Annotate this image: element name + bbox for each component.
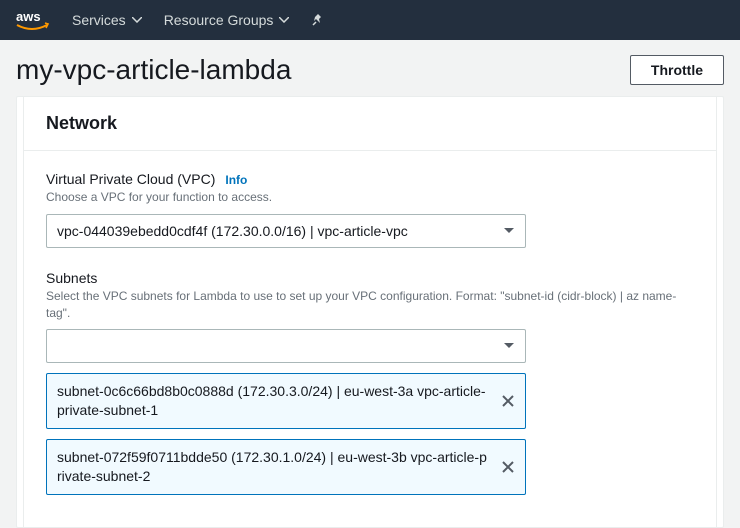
panel-header: Network <box>24 97 716 151</box>
page: my-vpc-article-lambda Throttle Network V… <box>0 40 740 528</box>
nav-services[interactable]: Services <box>72 12 142 28</box>
vpc-desc: Choose a VPC for your function to access… <box>46 189 694 206</box>
subnets-desc: Select the VPC subnets for Lambda to use… <box>46 288 694 322</box>
caret-down-icon <box>503 227 515 235</box>
subnet-token: subnet-072f59f0711bdde50 (172.30.1.0/24)… <box>46 439 526 495</box>
caret-down-icon <box>132 17 142 23</box>
top-nav: aws Services Resource Groups <box>0 0 740 40</box>
nav-services-label: Services <box>72 12 126 28</box>
subnet-token-text: subnet-072f59f0711bdde50 (172.30.1.0/24)… <box>57 448 501 486</box>
throttle-button[interactable]: Throttle <box>630 55 724 85</box>
network-panel: Network Virtual Private Cloud (VPC) Info… <box>16 96 724 528</box>
subnets-label: Subnets <box>46 270 97 286</box>
vpc-select[interactable]: vpc-044039ebedd0cdf4f (172.30.0.0/16) | … <box>46 214 526 248</box>
caret-down-icon <box>279 17 289 23</box>
svg-text:aws: aws <box>16 9 41 24</box>
subnets-select[interactable] <box>46 329 526 363</box>
nav-resource-groups-label: Resource Groups <box>164 12 274 28</box>
vpc-info-link[interactable]: Info <box>225 173 247 187</box>
pin-icon[interactable] <box>311 13 325 27</box>
subnets-field: Subnets Select the VPC subnets for Lambd… <box>46 270 694 495</box>
nav-resource-groups[interactable]: Resource Groups <box>164 12 290 28</box>
subnet-token-text: subnet-0c6c66bd8b0c0888d (172.30.3.0/24)… <box>57 382 501 420</box>
vpc-select-value: vpc-044039ebedd0cdf4f (172.30.0.0/16) | … <box>57 223 408 239</box>
vpc-field: Virtual Private Cloud (VPC) Info Choose … <box>46 171 694 248</box>
page-header: my-vpc-article-lambda Throttle <box>16 54 724 86</box>
vpc-label: Virtual Private Cloud (VPC) <box>46 171 215 187</box>
close-icon[interactable] <box>501 394 515 408</box>
panel-body: Virtual Private Cloud (VPC) Info Choose … <box>24 151 716 527</box>
close-icon[interactable] <box>501 460 515 474</box>
subnet-token: subnet-0c6c66bd8b0c0888d (172.30.3.0/24)… <box>46 373 526 429</box>
page-title: my-vpc-article-lambda <box>16 54 291 86</box>
aws-logo[interactable]: aws <box>14 9 50 31</box>
panel-title: Network <box>46 113 694 134</box>
caret-down-icon <box>503 342 515 350</box>
